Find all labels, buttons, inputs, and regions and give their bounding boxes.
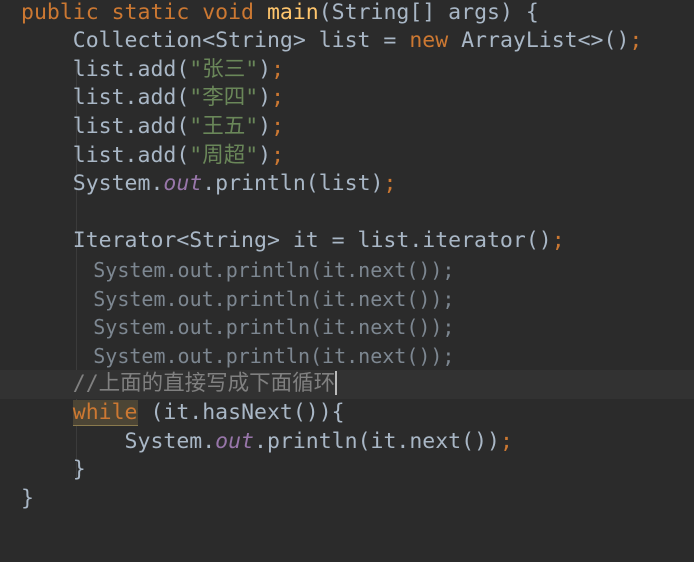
code-token: "张三"	[189, 56, 259, 82]
code-line[interactable]: }	[0, 485, 694, 514]
code-line[interactable]: Iterator<String> it = list.iterator();	[0, 227, 694, 256]
code-token: System.	[21, 171, 164, 197]
code-token: Iterator<String> it = list.iterator()	[21, 228, 552, 254]
code-token: )	[258, 142, 272, 168]
code-token: System.out.println(it.next());	[21, 343, 455, 368]
code-token: list.add(	[21, 56, 190, 82]
code-token: list.add(	[21, 113, 190, 139]
code-line[interactable]: //上面的直接写成下面循环	[0, 370, 694, 399]
code-token: }	[21, 485, 34, 511]
code-line[interactable]: list.add("王五");	[0, 113, 694, 142]
code-token: (it.hasNext()){	[137, 399, 345, 425]
code-token: ;	[629, 28, 643, 54]
code-token: (String[] args) {	[318, 0, 539, 25]
code-token: .println(list)	[202, 171, 384, 197]
code-line[interactable]: while (it.hasNext()){	[0, 399, 694, 428]
code-token: list.add(	[21, 142, 190, 168]
code-token: ;	[271, 142, 285, 168]
code-line[interactable]: list.add("周超");	[0, 142, 694, 171]
code-token: System.	[21, 428, 216, 454]
code-line[interactable]: System.out.println(list);	[0, 170, 694, 199]
code-line[interactable]: System.out.println(it.next());	[0, 313, 694, 342]
code-token: ;	[499, 428, 513, 454]
code-token: ;	[383, 171, 397, 197]
code-token: "李四"	[189, 85, 259, 111]
code-token: out	[215, 428, 255, 454]
code-line[interactable]	[0, 199, 694, 228]
code-token: ;	[271, 56, 285, 82]
code-token: main	[266, 0, 319, 25]
code-token: System.out.println(it.next());	[21, 286, 455, 311]
code-line[interactable]: }	[0, 456, 694, 485]
code-token: }	[21, 457, 86, 483]
code-token: public static void	[21, 0, 267, 25]
code-token: System.out.println(it.next());	[21, 257, 455, 282]
code-line[interactable]: Collection<String> list = new ArrayList<…	[0, 27, 694, 56]
code-line[interactable]: list.add("张三");	[0, 56, 694, 85]
code-token: ;	[551, 228, 565, 254]
code-editor[interactable]: public static void main(String[] args) {…	[0, 0, 694, 562]
code-token: ;	[271, 113, 285, 139]
code-token: )	[258, 85, 272, 111]
code-token: )	[258, 56, 272, 82]
code-token: "周超"	[189, 142, 259, 168]
code-token: Collection<String> list =	[21, 28, 410, 54]
text-caret	[335, 371, 338, 396]
code-line[interactable]: System.out.println(it.next());	[0, 285, 694, 314]
code-token: )	[258, 113, 272, 139]
code-token: list.add(	[21, 85, 190, 111]
code-line[interactable]: System.out.println(it.next());	[0, 428, 694, 457]
code-token: //上面的直接写成下面循环	[21, 371, 336, 397]
code-token: new	[409, 28, 462, 54]
code-token: "王五"	[189, 113, 259, 139]
code-line[interactable]: System.out.println(it.next());	[0, 342, 694, 371]
code-token: ;	[271, 85, 285, 111]
code-token: while	[72, 399, 138, 426]
code-token: out	[163, 171, 203, 197]
code-line[interactable]: list.add("李四");	[0, 84, 694, 113]
code-token: .println(it.next())	[254, 428, 500, 454]
code-line[interactable]: public static void main(String[] args) {	[0, 0, 694, 27]
code-token: ArrayList<>()	[461, 28, 630, 54]
code-line[interactable]: System.out.println(it.next());	[0, 256, 694, 285]
code-token: System.out.println(it.next());	[21, 315, 455, 340]
